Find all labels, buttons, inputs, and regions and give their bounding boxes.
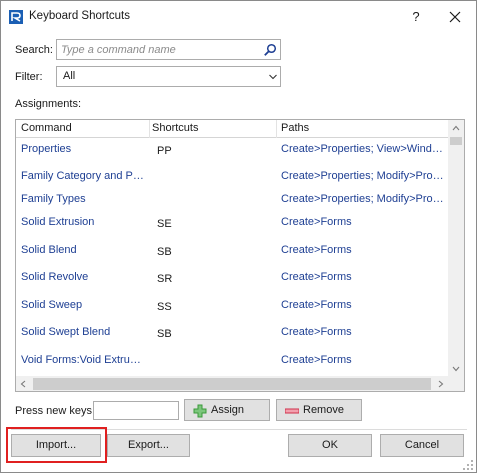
assignments-table: Command Shortcuts Paths Properties PP Cr… [15,119,465,392]
command-cell: Solid Sweep [21,299,83,311]
plus-icon [193,404,207,418]
table-row[interactable]: Family Category and Par... Create>Proper… [16,166,448,190]
horizontal-scrollbar[interactable] [16,376,448,391]
column-separator[interactable] [276,120,277,138]
import-highlight-box [6,427,107,463]
command-cell: Solid Revolve [21,271,89,283]
shortcut-cell: PP [157,145,172,157]
path-cell: Create>Properties; Modify>Prope... [281,170,446,182]
filter-label: Filter: [15,71,43,83]
command-cell: Properties [21,143,72,155]
vertical-scrollbar[interactable] [448,120,464,376]
horizontal-scroll-thumb[interactable] [33,378,431,390]
path-cell: Create>Forms [281,216,352,228]
filter-value: All [63,70,76,82]
assignments-label: Assignments: [15,98,82,110]
help-button[interactable]: ? [405,6,427,28]
scroll-right-icon[interactable] [438,380,444,388]
column-header-paths[interactable]: Paths [281,122,309,138]
table-row[interactable]: Properties PP Create>Properties; View>Wi… [16,139,448,163]
filter-select[interactable]: All [56,66,281,87]
column-header-shortcuts[interactable]: Shortcuts [152,122,198,138]
keyboard-shortcuts-dialog: Keyboard Shortcuts ? Search: Filter: All… [0,0,477,473]
scroll-left-icon[interactable] [20,380,26,388]
remove-label: Remove [303,404,344,416]
search-icon[interactable] [263,43,277,57]
close-icon [449,11,461,23]
shortcut-cell: SB [157,328,172,340]
search-input[interactable] [57,40,257,59]
ok-button[interactable]: OK [288,434,372,457]
shortcut-cell: SS [157,301,172,313]
command-cell: Void Forms:Void Extrusion [21,354,144,366]
table-row[interactable]: Void Forms:Void Extrusion Create>Forms [16,350,448,374]
export-button[interactable]: Export... [107,434,190,457]
shortcut-cell: SE [157,218,172,230]
remove-button[interactable]: Remove [276,399,362,421]
scroll-down-icon[interactable] [452,366,460,372]
revit-logo-icon [9,10,23,24]
table-row[interactable]: Solid Sweep SS Create>Forms [16,295,448,319]
vertical-scroll-thumb[interactable] [450,137,462,145]
cancel-button[interactable]: Cancel [380,434,464,457]
window-title: Keyboard Shortcuts [29,10,131,22]
table-row[interactable]: Solid Extrusion SE Create>Forms [16,212,448,236]
assign-button[interactable]: Assign [184,399,270,421]
command-cell: Solid Blend [21,244,77,256]
path-cell: Create>Forms [281,299,352,311]
scroll-up-icon[interactable] [452,125,460,131]
column-header-command[interactable]: Command [21,122,72,138]
command-cell: Solid Extrusion [21,216,95,228]
path-cell: Create>Properties; View>Windo... [281,143,446,155]
assign-label: Assign [211,404,245,416]
table-row[interactable]: Family Types Create>Properties; Modify>P… [16,189,448,213]
new-keys-input[interactable] [93,401,179,420]
scroll-corner [448,376,464,391]
chevron-down-icon [269,74,277,80]
shortcut-cell: SB [157,246,172,258]
path-cell: Create>Properties; Modify>Prope... [281,193,446,205]
table-row[interactable]: Solid Swept Blend SB Create>Forms [16,322,448,346]
table-row[interactable]: Solid Blend SB Create>Forms [16,240,448,264]
path-cell: Create>Forms [281,354,352,366]
close-button[interactable] [444,6,466,28]
resize-grip-icon[interactable] [462,459,474,471]
search-label: Search: [15,44,53,56]
column-separator[interactable] [149,120,150,138]
path-cell: Create>Forms [281,326,352,338]
shortcut-cell: SR [157,273,173,285]
table-row[interactable]: Solid Revolve SR Create>Forms [16,267,448,291]
search-box[interactable] [56,39,281,60]
minus-icon [285,408,299,414]
command-cell: Family Types [21,193,86,205]
title-bar: Keyboard Shortcuts ? [1,1,476,33]
path-cell: Create>Forms [281,271,352,283]
command-cell: Family Category and Par... [21,170,144,182]
table-header: Command Shortcuts Paths [16,120,448,138]
press-new-keys-label: Press new keys: [15,405,96,417]
command-cell: Solid Swept Blend [21,326,111,338]
path-cell: Create>Forms [281,244,352,256]
